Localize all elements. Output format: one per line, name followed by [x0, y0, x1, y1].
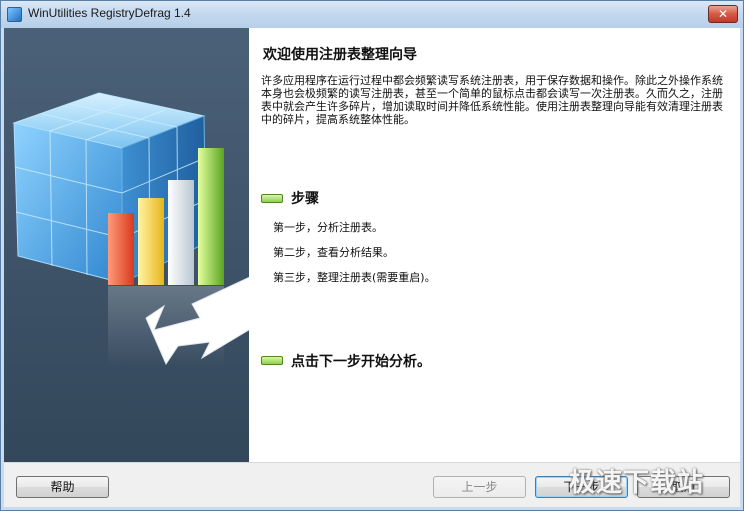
registry-cube-chart-illustration: [12, 92, 249, 366]
wizard-window: WinUtilities RegistryDefrag 1.4 ✕ 欢迎使用注册…: [0, 0, 744, 511]
chart-bar-red: [108, 213, 134, 285]
intro-text: 许多应用程序在运行过程中都会频繁读写系统注册表，用于保存数据和操作。除此之外操作…: [261, 74, 723, 126]
wizard-content: 欢迎使用注册表整理向导 许多应用程序在运行过程中都会频繁读写系统注册表，用于保存…: [249, 28, 740, 462]
back-button[interactable]: 上一步: [433, 476, 526, 498]
wizard-client-area: 欢迎使用注册表整理向导 许多应用程序在运行过程中都会频繁读写系统注册表，用于保存…: [4, 28, 740, 507]
title-bar[interactable]: WinUtilities RegistryDefrag 1.4 ✕: [1, 1, 743, 28]
cta-text: 点击下一步开始分析。: [291, 354, 431, 370]
chart-bar-yellow: [138, 198, 164, 285]
window-title: WinUtilities RegistryDefrag 1.4: [28, 6, 191, 20]
step-item-2: 第二步，查看分析结果。: [273, 246, 394, 259]
sidebar-illustration: [4, 28, 249, 462]
steps-title: 步骤: [291, 191, 319, 207]
steps-bullet-icon: [261, 194, 283, 203]
close-button[interactable]: ✕: [708, 5, 738, 23]
step-item-1: 第一步，分析注册表。: [273, 221, 383, 234]
page-title: 欢迎使用注册表整理向导: [263, 47, 417, 63]
app-icon: [7, 7, 22, 22]
step-item-3: 第三步，整理注册表(需要重启)。: [273, 271, 436, 284]
watermark-text: 极速下载站: [569, 468, 705, 498]
help-button[interactable]: 帮助: [16, 476, 109, 498]
chart-bar-green: [198, 148, 224, 285]
chart-bar-white: [168, 180, 194, 285]
cta-bullet-icon: [261, 356, 283, 365]
